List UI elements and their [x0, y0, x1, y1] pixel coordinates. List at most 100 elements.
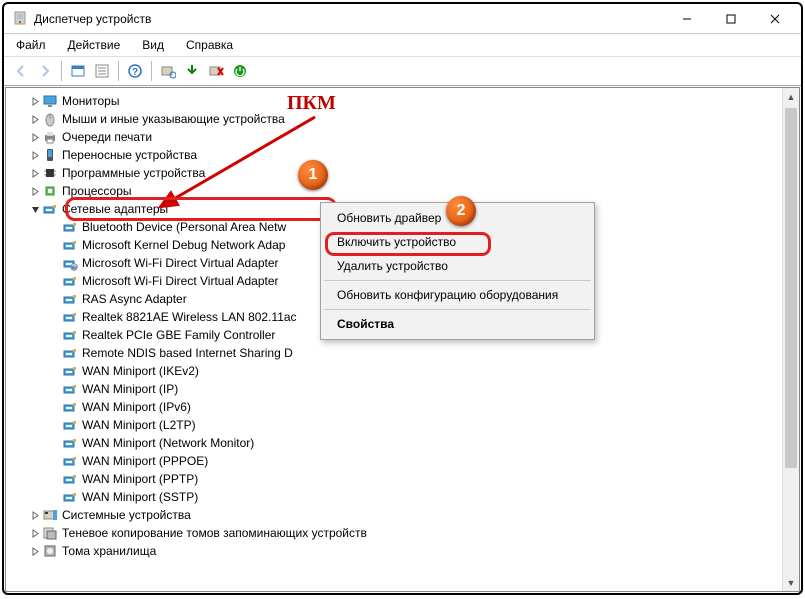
tree-label: Remote NDIS based Internet Sharing D [82, 344, 293, 362]
category-monitors[interactable]: Мониторы [8, 92, 799, 110]
net-icon [62, 291, 78, 307]
tree-label: Мониторы [62, 92, 119, 110]
category-firmware[interactable]: Программные устройства [8, 164, 799, 182]
sys-icon [42, 507, 58, 523]
network-adapter-item[interactable]: WAN Miniport (IKEv2) [8, 362, 799, 380]
network-adapter-item[interactable]: Remote NDIS based Internet Sharing D [8, 344, 799, 362]
network-adapter-item[interactable]: WAN Miniport (IP) [8, 380, 799, 398]
tree-label: Системные устройства [62, 506, 191, 524]
tree-label: WAN Miniport (SSTP) [82, 488, 198, 506]
tree-label: Мыши и иные указывающие устройства [62, 110, 285, 128]
net-icon [62, 327, 78, 343]
tree-label: Realtek 8821AE Wireless LAN 802.11ac [82, 308, 297, 326]
cpu-icon [42, 183, 58, 199]
ctx-scan-hardware[interactable]: Обновить конфигурацию оборудования [323, 283, 592, 307]
app-icon [12, 11, 28, 27]
annotation-marker-1: 1 [298, 160, 328, 190]
expander-icon[interactable] [28, 166, 42, 180]
network-adapter-item[interactable]: WAN Miniport (PPTP) [8, 470, 799, 488]
category-processors[interactable]: Процессоры [8, 182, 799, 200]
category-mice[interactable]: Мыши и иные указывающие устройства [8, 110, 799, 128]
properties-button[interactable] [91, 60, 113, 82]
menu-view[interactable]: Вид [136, 36, 170, 54]
chip-icon [42, 165, 58, 181]
network-adapter-item[interactable]: WAN Miniport (SSTP) [8, 488, 799, 506]
close-button[interactable] [753, 5, 797, 33]
expander-icon[interactable] [28, 508, 42, 522]
net-icon [62, 273, 78, 289]
monitor-icon [42, 93, 58, 109]
tree-label: Программные устройства [62, 164, 205, 182]
net-icon [62, 435, 78, 451]
expander-icon[interactable] [28, 184, 42, 198]
expander-icon[interactable] [28, 526, 42, 540]
minimize-button[interactable] [665, 5, 709, 33]
annotation-pkm: ПКМ [287, 92, 336, 115]
scroll-thumb[interactable] [785, 108, 797, 468]
scrollbar[interactable]: ▲ ▼ [782, 88, 799, 591]
portable-icon [42, 147, 58, 163]
menu-file[interactable]: Файл [10, 36, 52, 54]
net-icon [62, 345, 78, 361]
back-button[interactable] [10, 60, 32, 82]
mouse-icon [42, 111, 58, 127]
ctx-separator [324, 280, 591, 281]
category-system-devices[interactable]: Системные устройства [8, 506, 799, 524]
enable-button[interactable] [229, 60, 251, 82]
expander-icon[interactable] [28, 94, 42, 108]
net-icon [62, 399, 78, 415]
tree-label: WAN Miniport (Network Monitor) [82, 434, 254, 452]
toolbar-separator [151, 61, 152, 81]
tree-label: WAN Miniport (PPPOE) [82, 452, 208, 470]
network-adapter-item[interactable]: WAN Miniport (Network Monitor) [8, 434, 799, 452]
expander-icon[interactable] [28, 202, 42, 216]
scroll-up-button[interactable]: ▲ [783, 88, 799, 105]
category-print-queues[interactable]: Очереди печати [8, 128, 799, 146]
maximize-button[interactable] [709, 5, 753, 33]
expander-icon[interactable] [28, 544, 42, 558]
toolbar-separator [118, 61, 119, 81]
uninstall-button[interactable] [205, 60, 227, 82]
tree-label: Тома хранилища [62, 542, 156, 560]
ctx-separator [324, 309, 591, 310]
expander-icon[interactable] [28, 112, 42, 126]
category-storage-volumes[interactable]: Тома хранилища [8, 542, 799, 560]
net-icon [62, 219, 78, 235]
net-icon [62, 471, 78, 487]
category-portable[interactable]: Переносные устройства [8, 146, 799, 164]
toolbar-separator [61, 61, 62, 81]
ctx-properties[interactable]: Свойства [323, 312, 592, 336]
tree-label: Очереди печати [62, 128, 152, 146]
ctx-uninstall-device[interactable]: Удалить устройство [323, 254, 592, 278]
tree-label: Переносные устройства [62, 146, 197, 164]
net-icon [62, 453, 78, 469]
expander-icon[interactable] [28, 148, 42, 162]
tree-label: WAN Miniport (IP) [82, 380, 178, 398]
net-icon [62, 237, 78, 253]
annotation-marker-2: 2 [446, 196, 476, 226]
scan-button[interactable] [157, 60, 179, 82]
category-vss[interactable]: Теневое копирование томов запоминающих у… [8, 524, 799, 542]
expander-icon[interactable] [28, 130, 42, 144]
tree-label: Microsoft Kernel Debug Network Adap [82, 236, 285, 254]
toolbar: ? [4, 57, 801, 86]
net-icon [62, 309, 78, 325]
ctx-enable-device[interactable]: Включить устройство [323, 230, 592, 254]
network-adapter-item[interactable]: WAN Miniport (IPv6) [8, 398, 799, 416]
menu-action[interactable]: Действие [62, 36, 127, 54]
network-adapter-item[interactable]: WAN Miniport (PPPOE) [8, 452, 799, 470]
tree-label: RAS Async Adapter [82, 290, 187, 308]
network-adapter-item[interactable]: WAN Miniport (L2TP) [8, 416, 799, 434]
help-button[interactable]: ? [124, 60, 146, 82]
titlebar: Диспетчер устройств [4, 4, 801, 34]
svg-text:?: ? [132, 67, 138, 78]
forward-button[interactable] [34, 60, 56, 82]
action-button[interactable] [181, 60, 203, 82]
printer-icon [42, 129, 58, 145]
tree-label: Microsoft Wi-Fi Direct Virtual Adapter [82, 272, 279, 290]
show-hidden-button[interactable] [67, 60, 89, 82]
menu-help[interactable]: Справка [180, 36, 239, 54]
net-icon [62, 417, 78, 433]
scroll-down-button[interactable]: ▼ [783, 574, 799, 591]
tree-label: Microsoft Wi-Fi Direct Virtual Adapter [82, 254, 279, 272]
